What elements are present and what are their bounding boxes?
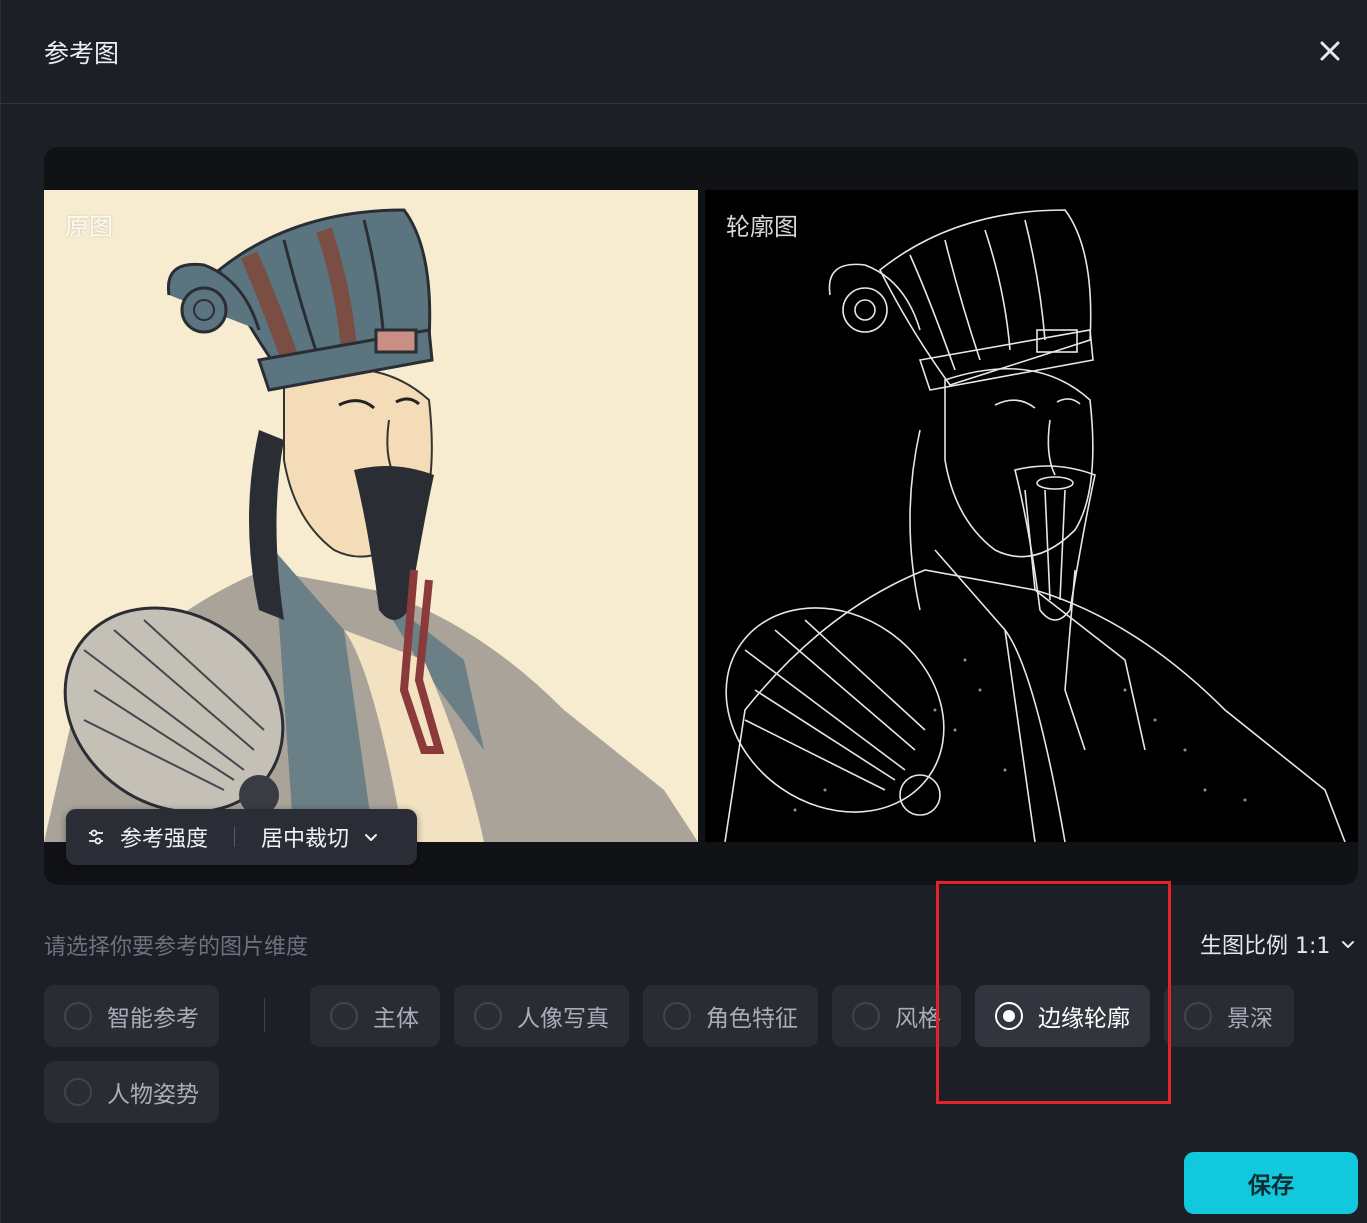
- option-portrait[interactable]: 人像写真: [454, 985, 629, 1047]
- option-character-features[interactable]: 角色特征: [643, 985, 818, 1047]
- aspect-ratio-label: 生图比例 1:1: [1200, 934, 1331, 959]
- option-label: 人像写真: [517, 1006, 609, 1032]
- radio-icon: [474, 1002, 502, 1030]
- option-label: 风格: [895, 1006, 941, 1032]
- save-button[interactable]: 保存: [1184, 1152, 1358, 1214]
- option-label: 主体: [373, 1006, 419, 1032]
- dimension-hint: 请选择你要参考的图片维度: [44, 935, 309, 960]
- save-button-label: 保存: [1248, 1173, 1294, 1199]
- option-depth-of-field[interactable]: 景深: [1164, 985, 1294, 1047]
- crop-mode-dropdown[interactable]: 居中裁切: [235, 809, 379, 865]
- preview-control-bar: 参考强度 居中裁切: [66, 809, 417, 865]
- radio-icon: [64, 1002, 92, 1030]
- close-icon: [1320, 41, 1340, 61]
- reference-strength-label: 参考强度: [120, 827, 209, 852]
- option-label: 角色特征: [706, 1006, 798, 1032]
- dialog-header: 参考图: [1, 0, 1367, 104]
- option-style[interactable]: 风格: [832, 985, 961, 1047]
- original-image-label: 原图: [65, 213, 113, 241]
- option-label: 景深: [1227, 1006, 1273, 1032]
- portrait-illustration: [44, 208, 698, 842]
- chevron-down-icon: [1342, 941, 1355, 948]
- dialog-title: 参考图: [44, 39, 120, 68]
- option-subject[interactable]: 主体: [310, 985, 440, 1047]
- option-label: 智能参考: [107, 1006, 199, 1032]
- option-pose[interactable]: 人物姿势: [44, 1061, 219, 1123]
- option-divider: [264, 998, 265, 1032]
- reference-image-dialog: 参考图 原图 轮廓图 参考强度 居中裁切 请选择你要参考的图片维度 生图比例 1…: [0, 0, 1367, 1223]
- radio-icon: [1184, 1002, 1212, 1030]
- chevron-down-icon: [365, 834, 378, 841]
- aspect-ratio-dropdown[interactable]: 生图比例 1:1: [1200, 928, 1356, 960]
- radio-selected-icon: [995, 1002, 1023, 1030]
- reference-strength-button[interactable]: 参考强度: [66, 809, 234, 865]
- outline-illustration: [724, 209, 1346, 842]
- outline-image-panel: 轮廓图: [705, 190, 1358, 842]
- outline-image-label: 轮廓图: [726, 213, 798, 241]
- sliders-icon: [89, 829, 103, 845]
- image-preview-area: 原图 轮廓图: [44, 147, 1358, 885]
- close-button[interactable]: [1311, 32, 1349, 70]
- crop-mode-label: 居中裁切: [261, 827, 350, 852]
- option-label: 边缘轮廓: [1038, 1006, 1130, 1032]
- radio-icon: [852, 1002, 880, 1030]
- option-edge-outline[interactable]: 边缘轮廓: [975, 985, 1150, 1047]
- option-label: 人物姿势: [107, 1082, 199, 1108]
- radio-icon: [64, 1078, 92, 1106]
- original-image-panel: 原图: [44, 190, 698, 842]
- radio-icon: [663, 1002, 691, 1030]
- option-smart-reference[interactable]: 智能参考: [44, 985, 219, 1047]
- radio-icon: [330, 1002, 358, 1030]
